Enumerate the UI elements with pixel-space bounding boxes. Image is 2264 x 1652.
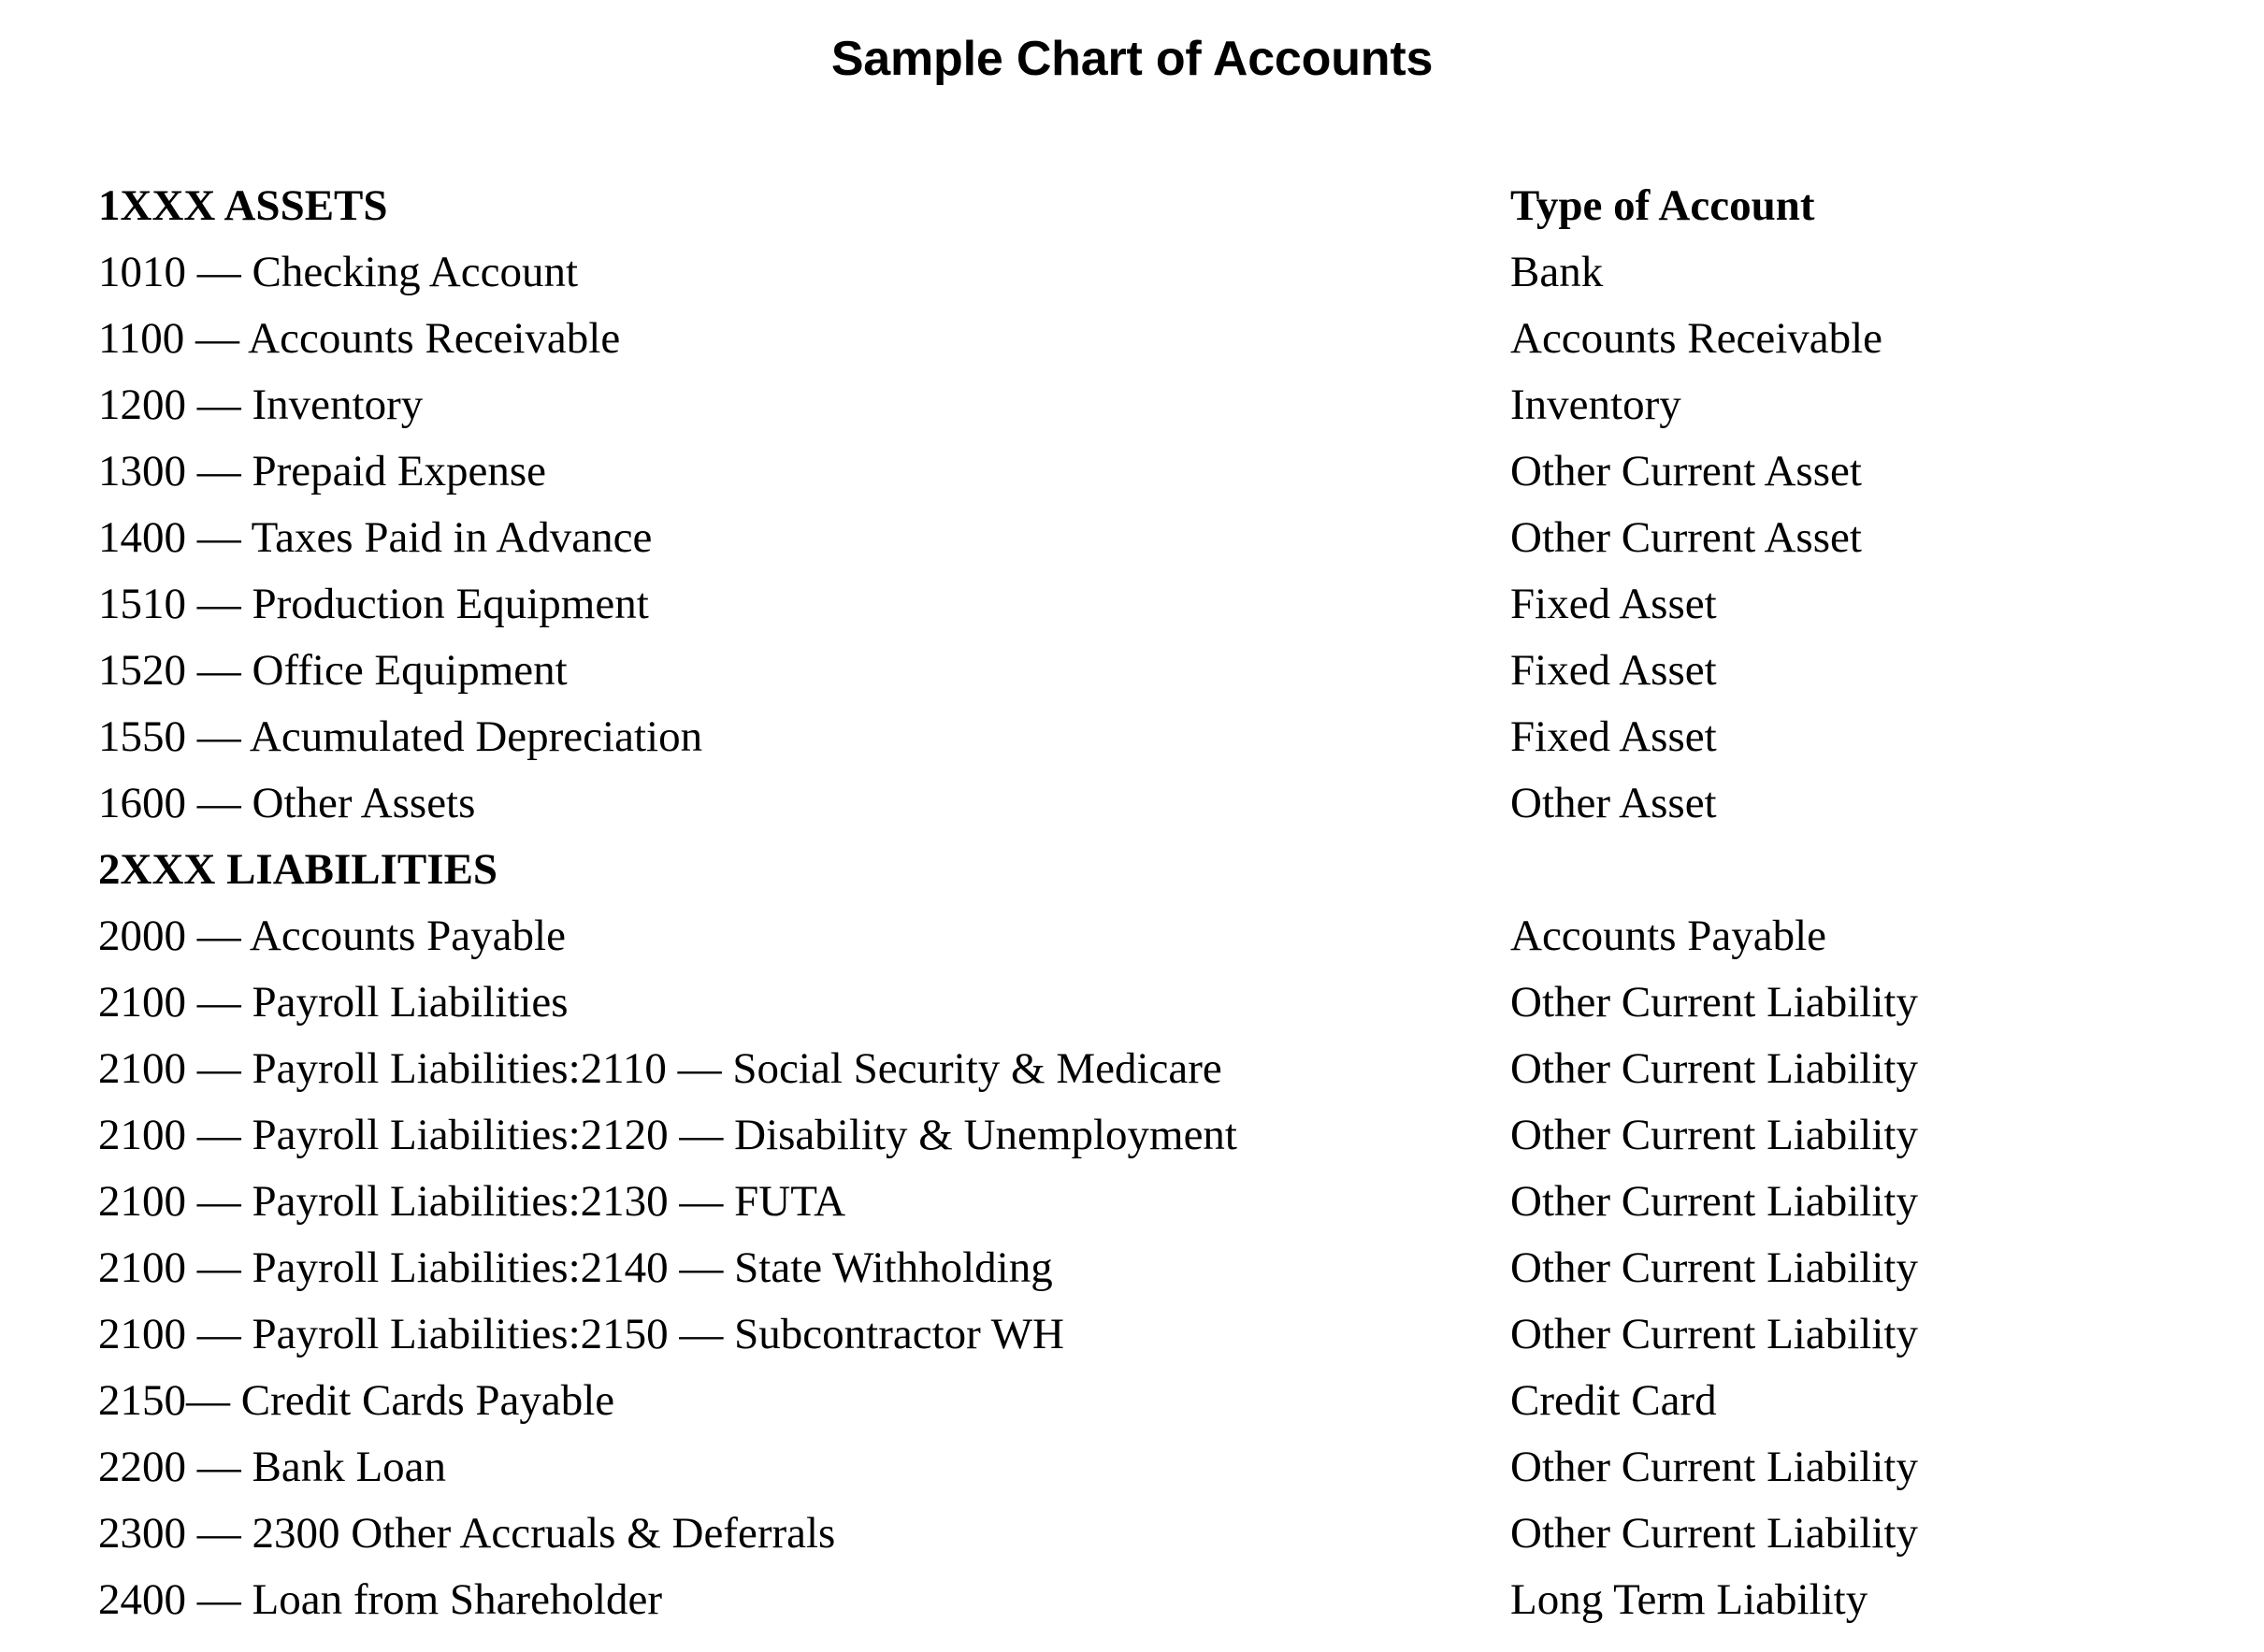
type-column-header: Type of Account [1510,181,1815,230]
account-type-cell: Bank [1510,248,1604,296]
section-header-row: 2XXX LIABILITIES [98,837,2202,903]
document-page: Sample Chart of Accounts 1XXX ASSETS Type… [0,0,2264,1652]
account-name-cell: 2100 — Payroll Liabilities [98,978,569,1027]
account-name-cell: 2000 — Accounts Payable [98,912,566,960]
account-name-cell: 1600 — Other Assets [98,779,476,827]
account-type-cell: Other Current Liability [1510,1177,1918,1226]
account-type-cell: Other Current Liability [1510,1443,1918,1491]
table-row: 2000 — Accounts Payable Accounts Payable [98,903,2202,970]
page-title: Sample Chart of Accounts [830,32,1434,86]
account-type-cell: Other Current Asset [1510,447,1862,496]
account-name-cell: 1010 — Checking Account [98,248,579,296]
account-name-cell: 2100 — Payroll Liabilities:2120 — Disabi… [98,1111,1237,1159]
account-name-cell: 2100 — Payroll Liabilities:2150 — Subcon… [98,1310,1064,1358]
account-name-cell: 2200 — Bank Loan [98,1443,447,1491]
account-type-cell: Other Current Liability [1510,978,1918,1027]
section-header-label: 2XXX LIABILITIES [98,845,498,894]
table-row: 1200 — Inventory Inventory [98,372,2202,438]
account-type-cell: Fixed Asset [1510,580,1717,628]
account-type-cell: Other Current Asset [1510,513,1862,562]
table-row: 1300 — Prepaid Expense Other Current Asse… [98,438,2202,505]
table-row: 1100 — Accounts Receivable Accounts Recei… [98,306,2202,372]
table-row: 2100 — Payroll Liabilities:2110 — Social… [98,1036,2202,1102]
account-type-cell: Credit Card [1510,1376,1717,1425]
table-row: 1400 — Taxes Paid in Advance Other Curren… [98,505,2202,571]
account-name-cell: 1520 — Office Equipment [98,646,568,695]
account-name-cell: 1200 — Inventory [98,381,424,429]
account-type-cell: Other Current Liability [1510,1243,1918,1292]
table-row: 2400 — Loan from Shareholder Long Term Li… [98,1567,2202,1633]
account-type-cell: Fixed Asset [1510,712,1717,761]
account-name-cell: 2100 — Payroll Liabilities:2130 — FUTA [98,1177,846,1226]
account-name-cell: 1300 — Prepaid Expense [98,447,547,496]
account-type-cell: Accounts Payable [1510,912,1827,960]
account-type-cell: Long Term Liability [1510,1575,1868,1624]
chart-of-accounts-table: 1XXX ASSETS Type of Account 1010 — Checkin… [98,173,2202,1633]
account-type-cell: Other Current Liability [1510,1310,1918,1358]
account-name-cell: 1550 — Acumulated Depreciation [98,712,703,761]
section-header-row: 1XXX ASSETS Type of Account [98,173,2202,239]
account-name-cell: 1100 — Accounts Receivable [98,314,621,363]
table-row: 1010 — Checking Account Bank [98,239,2202,306]
account-name-cell: 1400 — Taxes Paid in Advance [98,513,653,562]
table-row: 2100 — Payroll Liabilities Other Current … [98,970,2202,1036]
table-row: 2150— Credit Cards Payable Credit Card [98,1368,2202,1434]
account-name-cell: 2300 — 2300 Other Accruals & Deferrals [98,1509,836,1558]
table-row: 2100 — Payroll Liabilities:2140 — State … [98,1235,2202,1301]
table-row: 1600 — Other Assets Other Asset [98,770,2202,837]
account-name-cell: 2100 — Payroll Liabilities:2110 — Social… [98,1044,1222,1093]
account-type-cell: Other Current Liability [1510,1044,1918,1093]
account-type-cell: Fixed Asset [1510,646,1717,695]
account-name-cell: 2400 — Loan from Shareholder [98,1575,663,1624]
table-row: 2300 — 2300 Other Accruals & Deferrals Ot… [98,1501,2202,1567]
table-row: 2100 — Payroll Liabilities:2130 — FUTA Ot… [98,1169,2202,1235]
account-type-cell: Other Current Liability [1510,1509,1918,1558]
table-row: 1510 — Production Equipment Fixed Asset [98,571,2202,638]
account-name-cell: 2100 — Payroll Liabilities:2140 — State … [98,1243,1053,1292]
account-name-cell: 2150— Credit Cards Payable [98,1376,615,1425]
table-row: 2100 — Payroll Liabilities:2120 — Disabi… [98,1102,2202,1169]
table-row: 1520 — Office Equipment Fixed Asset [98,638,2202,704]
account-type-cell: Accounts Receivable [1510,314,1883,363]
table-row: 2200 — Bank Loan Other Current Liability [98,1434,2202,1501]
account-name-cell: 1510 — Production Equipment [98,580,649,628]
section-header-label: 1XXX ASSETS [98,181,388,230]
account-type-cell: Other Current Liability [1510,1111,1918,1159]
account-type-cell: Other Asset [1510,779,1717,827]
table-row: 1550 — Acumulated Depreciation Fixed Asse… [98,704,2202,770]
table-row: 2100 — Payroll Liabilities:2150 — Subcon… [98,1301,2202,1368]
account-type-cell: Inventory [1510,381,1681,429]
